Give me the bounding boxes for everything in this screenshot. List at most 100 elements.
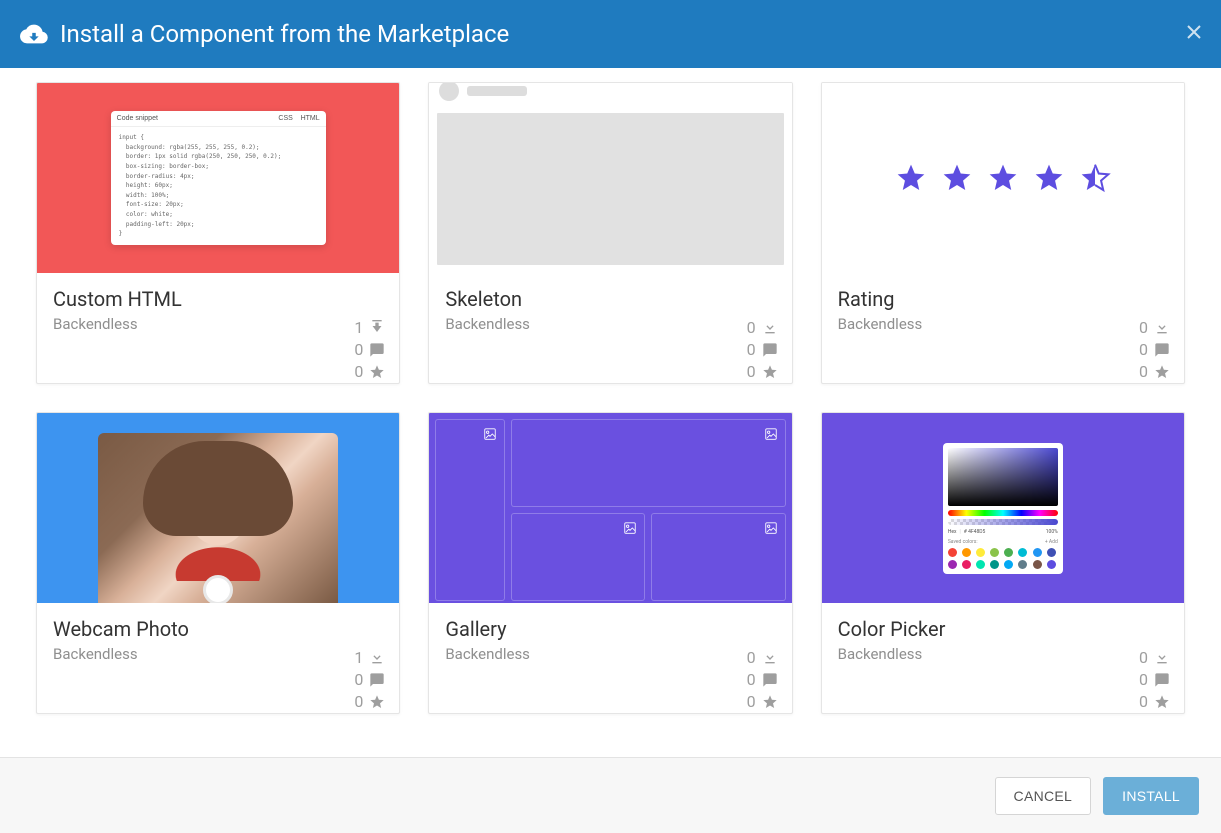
component-thumbnail: Hex | # 4F48D5 100% Saved colors: + Add bbox=[822, 413, 1184, 603]
cloud-download-icon bbox=[20, 20, 48, 48]
star-icon bbox=[762, 694, 778, 710]
skeleton-line bbox=[467, 86, 527, 96]
downloads-count: 0 bbox=[747, 317, 756, 339]
opacity-value: 100% bbox=[1046, 529, 1058, 535]
snippet-tab-html: HTML bbox=[301, 115, 320, 122]
comment-icon bbox=[762, 672, 778, 688]
comment-icon bbox=[369, 342, 385, 358]
component-title: Rating bbox=[838, 287, 1168, 311]
stars-count: 0 bbox=[354, 691, 363, 713]
image-icon bbox=[482, 426, 498, 440]
star-icon bbox=[369, 364, 385, 380]
component-stats: 0 0 0 bbox=[1139, 647, 1170, 713]
component-body: Webcam Photo Backendless 1 0 0 bbox=[37, 603, 399, 713]
color-swatch bbox=[1033, 560, 1042, 569]
saved-colors-label: Saved colors: bbox=[948, 539, 978, 545]
component-card[interactable]: Webcam Photo Backendless 1 0 0 bbox=[36, 412, 400, 714]
component-body: Custom HTML Backendless 1 0 0 bbox=[37, 273, 399, 383]
colorpicker-preview: Hex | # 4F48D5 100% Saved colors: + Add bbox=[943, 443, 1063, 574]
gallery-tile bbox=[511, 513, 645, 601]
dialog-header: Install a Component from the Marketplace bbox=[0, 0, 1221, 68]
component-thumbnail bbox=[429, 83, 791, 273]
component-stats: 0 0 0 bbox=[1139, 317, 1170, 383]
comments-count: 0 bbox=[354, 339, 363, 361]
comments-count: 0 bbox=[1139, 669, 1148, 691]
color-swatch bbox=[962, 560, 971, 569]
comments-count: 0 bbox=[354, 669, 363, 691]
component-author: Backendless bbox=[53, 315, 383, 333]
code-snippet-preview: Code snippet CSS HTML input { background… bbox=[111, 111, 326, 245]
color-swatch bbox=[962, 548, 971, 557]
image-icon bbox=[763, 426, 779, 440]
component-body: Color Picker Backendless 0 0 0 bbox=[822, 603, 1184, 713]
gallery-tile bbox=[651, 513, 785, 601]
component-author: Backendless bbox=[838, 645, 1168, 663]
color-gradient bbox=[948, 448, 1058, 506]
hue-slider bbox=[948, 510, 1058, 516]
component-card[interactable]: Gallery Backendless 0 0 0 bbox=[428, 412, 792, 714]
color-swatch bbox=[948, 560, 957, 569]
component-stats: 1 0 0 bbox=[354, 317, 385, 383]
component-author: Backendless bbox=[53, 645, 383, 663]
close-icon[interactable] bbox=[1187, 25, 1201, 43]
skeleton-avatar-icon bbox=[439, 83, 459, 101]
component-card[interactable]: Rating Backendless 0 0 0 bbox=[821, 82, 1185, 384]
star-half-icon bbox=[1079, 162, 1111, 194]
star-icon bbox=[762, 364, 778, 380]
install-button[interactable]: INSTALL bbox=[1103, 777, 1199, 815]
snippet-title: Code snippet bbox=[117, 115, 158, 122]
hex-value: # 4F48D5 bbox=[964, 529, 986, 535]
component-thumbnail: Code snippet CSS HTML input { background… bbox=[37, 83, 399, 273]
color-swatch bbox=[990, 548, 999, 557]
component-body: Rating Backendless 0 0 0 bbox=[822, 273, 1184, 383]
component-author: Backendless bbox=[445, 315, 775, 333]
downloads-count: 1 bbox=[354, 317, 363, 339]
download-icon bbox=[1154, 320, 1170, 336]
downloads-count: 0 bbox=[747, 647, 756, 669]
color-swatch bbox=[1047, 548, 1056, 557]
cancel-button[interactable]: CANCEL bbox=[995, 777, 1092, 815]
comment-icon bbox=[762, 342, 778, 358]
component-card[interactable]: Hex | # 4F48D5 100% Saved colors: + Add … bbox=[821, 412, 1185, 714]
comment-icon bbox=[1154, 672, 1170, 688]
component-thumbnail bbox=[822, 83, 1184, 273]
star-icon bbox=[369, 694, 385, 710]
stars-count: 0 bbox=[747, 361, 756, 383]
color-swatch bbox=[1018, 560, 1027, 569]
component-body: Gallery Backendless 0 0 0 bbox=[429, 603, 791, 713]
color-swatch bbox=[1018, 548, 1027, 557]
image-icon bbox=[763, 520, 779, 534]
component-card[interactable]: Code snippet CSS HTML input { background… bbox=[36, 82, 400, 384]
downloads-count: 1 bbox=[354, 647, 363, 669]
dialog-title: Install a Component from the Marketplace bbox=[60, 20, 509, 48]
star-filled-icon bbox=[1033, 162, 1065, 194]
download-icon bbox=[762, 650, 778, 666]
stars-count: 0 bbox=[1139, 691, 1148, 713]
download-icon bbox=[369, 320, 385, 336]
comment-icon bbox=[369, 672, 385, 688]
color-swatch bbox=[976, 560, 985, 569]
component-thumbnail bbox=[37, 413, 399, 603]
stars-count: 0 bbox=[1139, 361, 1148, 383]
download-icon bbox=[1154, 650, 1170, 666]
color-swatches bbox=[948, 548, 1058, 569]
component-stats: 0 0 0 bbox=[747, 647, 778, 713]
color-swatch bbox=[948, 548, 957, 557]
alpha-slider bbox=[948, 519, 1058, 525]
hex-label: Hex bbox=[948, 529, 957, 535]
color-swatch bbox=[1033, 548, 1042, 557]
star-icon bbox=[1154, 694, 1170, 710]
component-stats: 0 0 0 bbox=[747, 317, 778, 383]
component-scroll-area[interactable]: Code snippet CSS HTML input { background… bbox=[0, 68, 1221, 757]
downloads-count: 0 bbox=[1139, 317, 1148, 339]
component-card[interactable]: Skeleton Backendless 0 0 0 bbox=[428, 82, 792, 384]
gallery-tile bbox=[511, 419, 785, 507]
component-thumbnail bbox=[429, 413, 791, 603]
component-title: Webcam Photo bbox=[53, 617, 383, 641]
downloads-count: 0 bbox=[1139, 647, 1148, 669]
component-body: Skeleton Backendless 0 0 0 bbox=[429, 273, 791, 383]
gallery-tile bbox=[435, 419, 505, 601]
component-author: Backendless bbox=[445, 645, 775, 663]
skeleton-block bbox=[437, 113, 783, 265]
stars-count: 0 bbox=[354, 361, 363, 383]
